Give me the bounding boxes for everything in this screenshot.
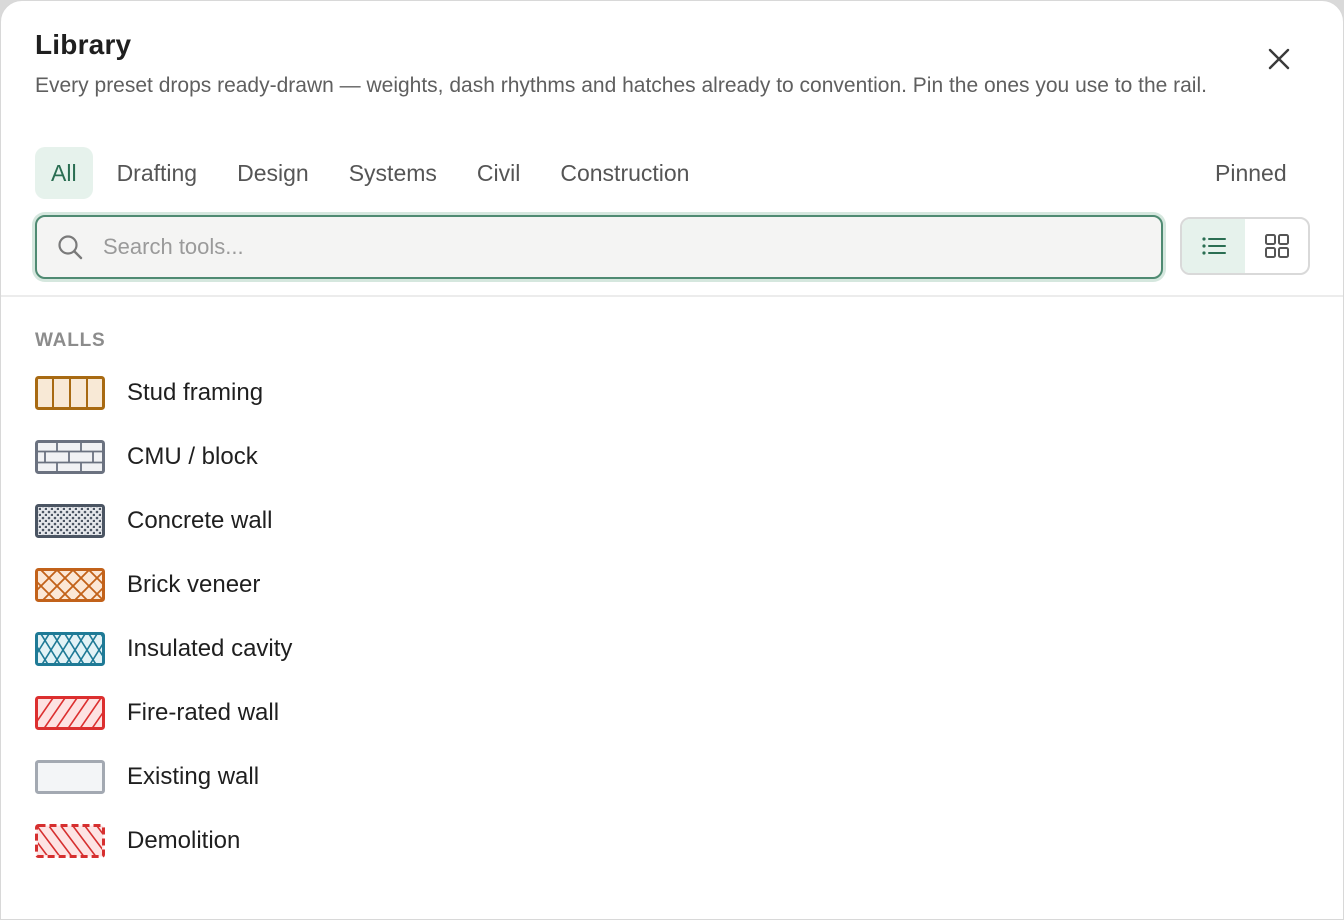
list-item-stud-framing[interactable]: Stud framing	[35, 361, 1295, 425]
section-label-walls: WALLS	[35, 330, 106, 351]
grid-view-icon	[1264, 234, 1289, 258]
close-icon	[1268, 48, 1290, 70]
stud-framing-swatch	[35, 376, 105, 410]
list-view-button[interactable]	[1182, 219, 1245, 273]
list-view-icon	[1201, 237, 1226, 255]
dialog-description: Every preset drops ready-drawn — weights…	[35, 74, 1207, 97]
list-item-insulated-cavity[interactable]: Insulated cavity	[35, 617, 1295, 681]
list-item-label: Stud framing	[127, 379, 264, 406]
list-item-label: Concrete wall	[127, 507, 273, 534]
demolition-swatch	[35, 824, 105, 858]
close-button[interactable]	[1261, 41, 1297, 77]
brick-veneer-swatch	[35, 568, 105, 602]
list-item-label: Demolition	[127, 827, 241, 854]
tab-systems[interactable]: Systems	[333, 147, 453, 199]
list-item-concrete-wall[interactable]: Concrete wall	[35, 489, 1295, 553]
category-tabs: All Drafting Design Systems Civil Constr…	[35, 147, 713, 199]
list-item-fire-rated-wall[interactable]: Fire-rated wall	[35, 681, 1295, 745]
tool-list: Stud framing CMU / block Concrete wall B…	[35, 361, 1295, 873]
list-item-label: Insulated cavity	[127, 635, 293, 662]
list-item-label: Brick veneer	[127, 571, 261, 598]
tab-civil[interactable]: Civil	[461, 147, 536, 199]
search-icon	[55, 232, 85, 262]
search-input[interactable]	[101, 233, 1105, 261]
cmu-block-swatch	[35, 440, 105, 474]
list-item-existing-wall[interactable]: Existing wall	[35, 745, 1295, 809]
search-box	[35, 215, 1163, 279]
list-item-brick-veneer[interactable]: Brick veneer	[35, 553, 1295, 617]
tab-all[interactable]: All	[35, 147, 93, 199]
grid-view-button[interactable]	[1245, 219, 1308, 273]
tab-construction[interactable]: Construction	[544, 147, 705, 199]
list-item-cmu-block[interactable]: CMU / block	[35, 425, 1295, 489]
fire-rated-wall-swatch	[35, 696, 105, 730]
list-item-label: Fire-rated wall	[127, 699, 280, 726]
list-item-label: CMU / block	[127, 443, 258, 470]
list-item-label: Existing wall	[127, 763, 260, 790]
library-dialog: Library Every preset drops ready-drawn —…	[0, 0, 1344, 920]
insulated-cavity-swatch	[35, 632, 105, 666]
tab-design[interactable]: Design	[221, 147, 325, 199]
tab-drafting[interactable]: Drafting	[101, 147, 214, 199]
list-item-demolition[interactable]: Demolition	[35, 809, 1295, 873]
view-toggle	[1180, 217, 1310, 275]
existing-wall-swatch	[35, 760, 105, 794]
tab-pinned[interactable]: Pinned	[1201, 147, 1301, 199]
header-divider	[1, 295, 1343, 297]
dialog-title: Library	[35, 29, 132, 60]
concrete-wall-swatch	[35, 504, 105, 538]
